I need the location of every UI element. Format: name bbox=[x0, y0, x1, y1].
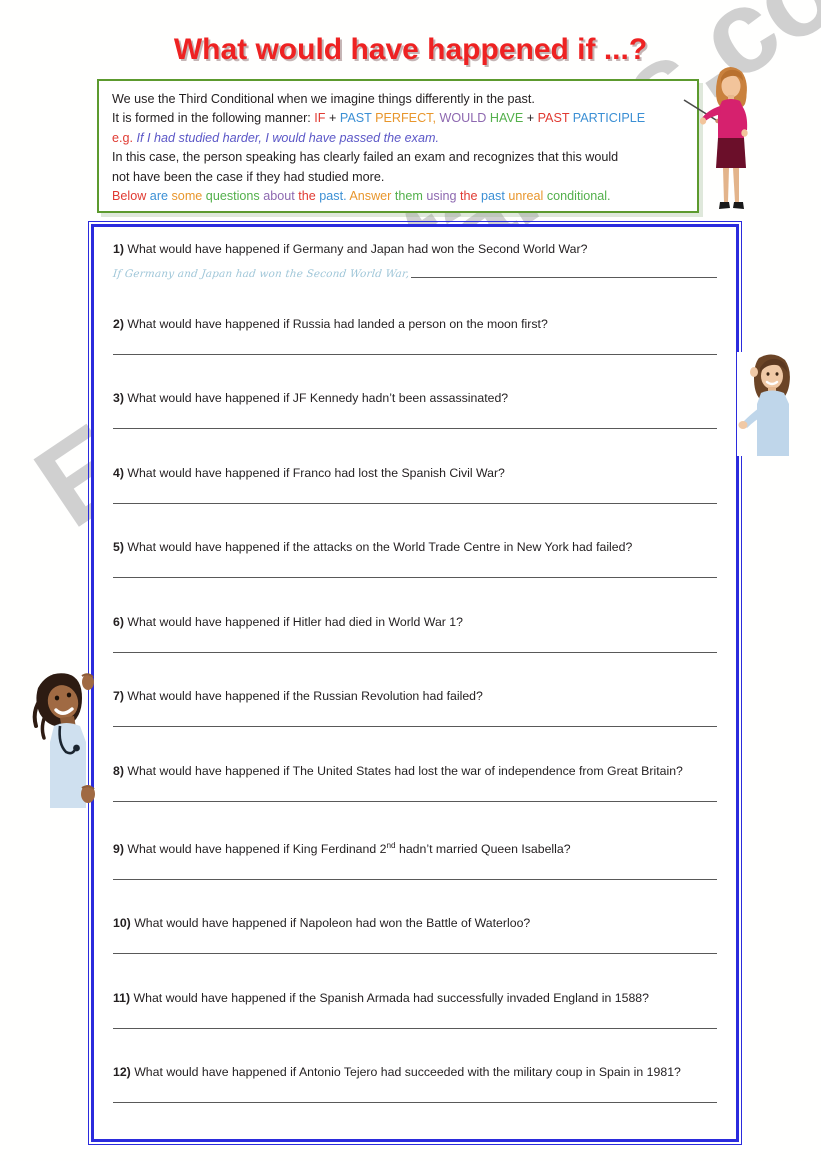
question-block: 12) What would have happened if Antonio … bbox=[113, 1062, 717, 1104]
instruction-token-9: using bbox=[422, 189, 457, 204]
question-text: 4) What would have happened if Franco ha… bbox=[113, 465, 505, 480]
question-text: 11) What would have happened if the Span… bbox=[113, 990, 649, 1005]
intro-line-4: In this case, the person speaking has cl… bbox=[112, 150, 619, 165]
pointing-woman-photo bbox=[737, 352, 803, 456]
question-number: 7) bbox=[113, 689, 128, 704]
formula-token-5: HAVE bbox=[486, 111, 524, 126]
question-block: 9) What would have happened if King Ferd… bbox=[113, 836, 717, 880]
answer-line[interactable] bbox=[113, 953, 717, 955]
question-block: 8) What would have happened if The Unite… bbox=[113, 761, 717, 803]
example-sentence: If I had studied harder, I would have pa… bbox=[136, 130, 439, 145]
intro-line-example: e.g. If I had studied harder, I would ha… bbox=[112, 129, 686, 148]
instruction-token-2: some bbox=[168, 189, 203, 204]
question-number: 11) bbox=[113, 990, 134, 1005]
instruction-token-3: questions bbox=[202, 189, 260, 204]
question-block: 6) What would have happened if Hitler ha… bbox=[113, 612, 717, 653]
formula-token-0: IF bbox=[314, 111, 326, 126]
question-text: 8) What would have happened if The Unite… bbox=[113, 764, 683, 779]
instruction-token-0: Below bbox=[112, 189, 147, 204]
question-number: 6) bbox=[113, 614, 128, 629]
answer-line[interactable] bbox=[113, 1027, 717, 1029]
formula-token-8: PARTICIPLE bbox=[569, 111, 646, 126]
question-text: 3) What would have happened if JF Kenned… bbox=[113, 391, 509, 406]
formula-token-6: + bbox=[523, 111, 535, 126]
instruction-token-13: conditional. bbox=[543, 189, 611, 204]
nurse-photo bbox=[30, 660, 102, 818]
question-number: 2) bbox=[113, 316, 128, 331]
question-text: 7) What would have happened if the Russi… bbox=[113, 689, 483, 704]
question-text: 1) What would have happened if Germany a… bbox=[113, 242, 588, 256]
answer-line[interactable] bbox=[113, 651, 717, 653]
instruction-token-8: them bbox=[391, 189, 423, 204]
intro-line-1: We use the Third Conditional when we ima… bbox=[112, 92, 535, 106]
answer-line[interactable] bbox=[113, 1102, 717, 1104]
answer-line[interactable] bbox=[410, 277, 717, 278]
instruction-token-1: are bbox=[146, 189, 169, 204]
formula-token-4: WOULD bbox=[435, 111, 487, 126]
formula-token-2: PAST bbox=[336, 111, 372, 126]
instruction-token-6: past. bbox=[315, 189, 347, 204]
question-block: 11) What would have happened if the Span… bbox=[113, 988, 717, 1029]
question-block: 2) What would have happened if Russia ha… bbox=[113, 314, 717, 355]
formula-token-1: + bbox=[325, 111, 337, 126]
answer-line[interactable] bbox=[113, 353, 717, 355]
answer-line[interactable] bbox=[113, 577, 717, 579]
question-text: 10) What would have happened if Napoleon… bbox=[113, 916, 531, 931]
answer-line[interactable] bbox=[113, 801, 717, 803]
question-text: 9) What would have happened if King Ferd… bbox=[113, 840, 571, 856]
question-number: 9) bbox=[113, 841, 128, 856]
questions-box: 1) What would have happened if Germany a… bbox=[88, 221, 742, 1145]
conditional-formula: IF + PAST PERFECT, WOULD HAVE + PAST PAR… bbox=[314, 111, 645, 125]
question-number: 12) bbox=[113, 1065, 135, 1080]
question-number: 5) bbox=[113, 540, 128, 555]
question-block: 10) What would have happened if Napoleon… bbox=[113, 913, 717, 955]
answer-hint-row[interactable]: If Germany and Japan had won the Second … bbox=[112, 268, 717, 280]
example-label: e.g. bbox=[112, 130, 134, 145]
formula-token-3: PERFECT, bbox=[371, 111, 436, 126]
question-block: 7) What would have happened if the Russi… bbox=[113, 686, 717, 728]
page-title: What would have happened if ...? bbox=[173, 33, 648, 66]
ordinal-suffix: nd bbox=[386, 840, 396, 850]
answer-line[interactable] bbox=[113, 502, 717, 504]
question-number: 1) bbox=[113, 242, 128, 256]
instruction-token-4: about bbox=[259, 189, 295, 204]
question-text: 6) What would have happened if Hitler ha… bbox=[113, 614, 463, 629]
formula-prefix: It is formed in the following manner: bbox=[112, 111, 311, 126]
instruction-token-12: unreal bbox=[504, 189, 544, 204]
teacher-illustration bbox=[700, 62, 762, 222]
question-block: 1) What would have happened if Germany a… bbox=[112, 239, 717, 280]
question-block: 3) What would have happened if JF Kenned… bbox=[113, 388, 717, 430]
intro-line-formula: It is formed in the following manner: IF… bbox=[112, 109, 686, 128]
instruction-token-7: Answer bbox=[346, 189, 392, 204]
question-text: 5) What would have happened if the attac… bbox=[113, 540, 633, 555]
question-number: 10) bbox=[113, 916, 135, 931]
question-text: 2) What would have happened if Russia ha… bbox=[113, 316, 548, 331]
question-number: 3) bbox=[113, 391, 128, 406]
question-number: 4) bbox=[113, 465, 128, 480]
answer-line[interactable] bbox=[113, 428, 717, 430]
answer-line[interactable] bbox=[113, 726, 717, 728]
question-block: 4) What would have happened if Franco ha… bbox=[113, 463, 717, 504]
answer-line[interactable] bbox=[113, 878, 717, 880]
intro-line-instruction: Below are some questions about the past.… bbox=[112, 187, 686, 206]
worksheet-page: What would have happened if ...? We use … bbox=[0, 0, 821, 1161]
instruction-token-5: the bbox=[294, 189, 316, 204]
instruction-token-10: the bbox=[456, 189, 478, 204]
question-number: 8) bbox=[113, 764, 128, 779]
explanation-box: We use the Third Conditional when we ima… bbox=[97, 79, 699, 213]
question-text: 12) What would have happened if Antonio … bbox=[113, 1065, 681, 1080]
answer-hint-text: If Germany and Japan had won the Second … bbox=[112, 268, 411, 280]
intro-line-5: not have been the case if they had studi… bbox=[112, 169, 385, 184]
instruction-token-11: past bbox=[477, 189, 505, 204]
question-block: 5) What would have happened if the attac… bbox=[113, 537, 717, 579]
formula-token-7: PAST bbox=[534, 111, 570, 126]
